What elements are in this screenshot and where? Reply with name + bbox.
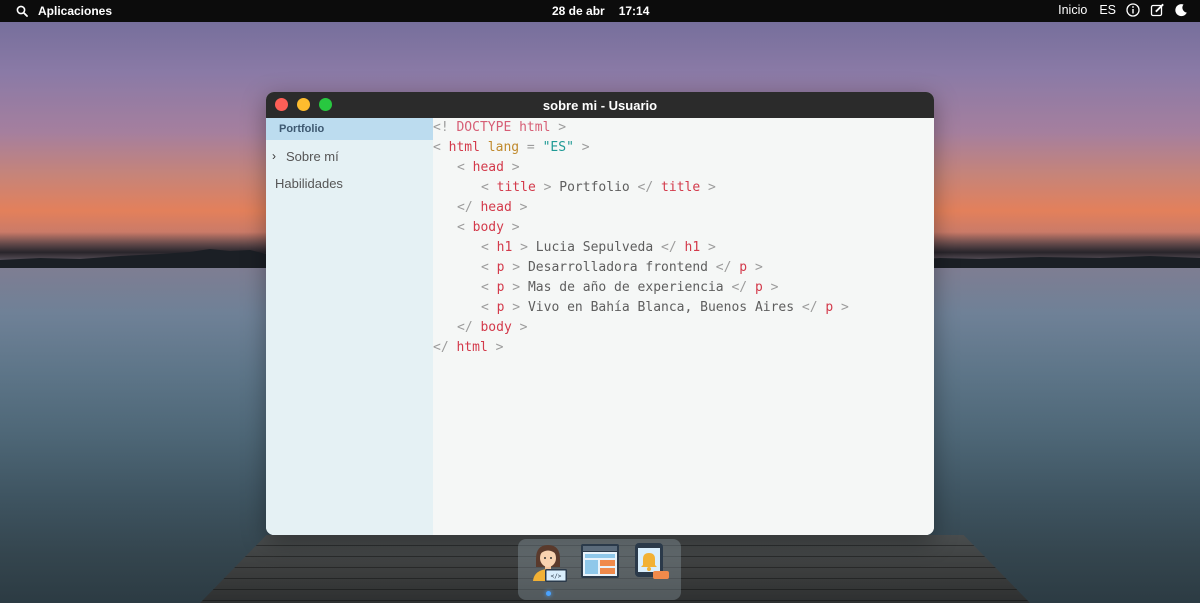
notification-app-icon[interactable] bbox=[631, 541, 671, 581]
clock[interactable]: 28 de abr 17:14 bbox=[552, 4, 649, 18]
svg-text:</>: </> bbox=[551, 573, 562, 580]
info-icon[interactable] bbox=[1126, 3, 1140, 17]
code-line: < p > Desarrolladora frontend </ p > bbox=[481, 260, 763, 275]
developer-avatar-icon[interactable]: </> bbox=[527, 541, 567, 582]
code-line: < body > bbox=[457, 220, 520, 235]
language-indicator[interactable]: ES bbox=[1099, 3, 1116, 17]
edit-icon[interactable] bbox=[1150, 3, 1164, 17]
code-line: < head > bbox=[457, 160, 520, 175]
editor-window: sobre mi - Usuario Portfolio › Sobre mí … bbox=[266, 92, 934, 535]
code-line: < html lang = "ES" > bbox=[433, 140, 590, 155]
applications-menu[interactable]: Aplicaciones bbox=[38, 4, 112, 18]
file-sidebar: Portfolio › Sobre mí Habilidades bbox=[266, 118, 433, 535]
code-line: <! DOCTYPE html > bbox=[433, 120, 567, 135]
sidebar-item-label: Sobre mí bbox=[286, 149, 339, 164]
window-titlebar[interactable]: sobre mi - Usuario bbox=[266, 92, 934, 119]
chevron-right-icon[interactable]: › bbox=[272, 143, 276, 170]
running-indicator bbox=[546, 591, 551, 596]
search-icon[interactable] bbox=[16, 5, 28, 17]
date-label: 28 de abr bbox=[552, 4, 605, 18]
sidebar-item-habilidades[interactable]: Habilidades bbox=[266, 170, 433, 197]
code-line: </ html > bbox=[433, 340, 504, 355]
dock: </> bbox=[518, 539, 681, 600]
code-line: < p > Vivo en Bahía Blanca, Buenos Aires… bbox=[481, 300, 849, 315]
home-link[interactable]: Inicio bbox=[1058, 3, 1087, 17]
code-line: </ head > bbox=[457, 200, 528, 215]
dark-mode-icon[interactable] bbox=[1174, 3, 1188, 17]
sidebar-header[interactable]: Portfolio bbox=[266, 118, 433, 140]
code-line: < h1 > Lucia Sepulveda </ h1 > bbox=[481, 240, 716, 255]
code-line: < p > Mas de año de experiencia </ p > bbox=[481, 280, 779, 295]
time-label: 17:14 bbox=[618, 4, 650, 18]
code-editor[interactable]: <! DOCTYPE html > < html lang = "ES" > <… bbox=[433, 118, 934, 535]
window-title: sobre mi - Usuario bbox=[542, 98, 658, 113]
layout-editor-icon[interactable] bbox=[579, 541, 619, 581]
code-line: < title > Portfolio </ title > bbox=[481, 180, 716, 195]
sidebar-item-sobre-mi[interactable]: › Sobre mí bbox=[266, 143, 433, 170]
sidebar-item-label: Habilidades bbox=[275, 176, 343, 191]
top-bar: Aplicaciones 28 de abr 17:14 Inicio ES bbox=[0, 0, 1200, 22]
code-line: </ body > bbox=[457, 320, 528, 335]
